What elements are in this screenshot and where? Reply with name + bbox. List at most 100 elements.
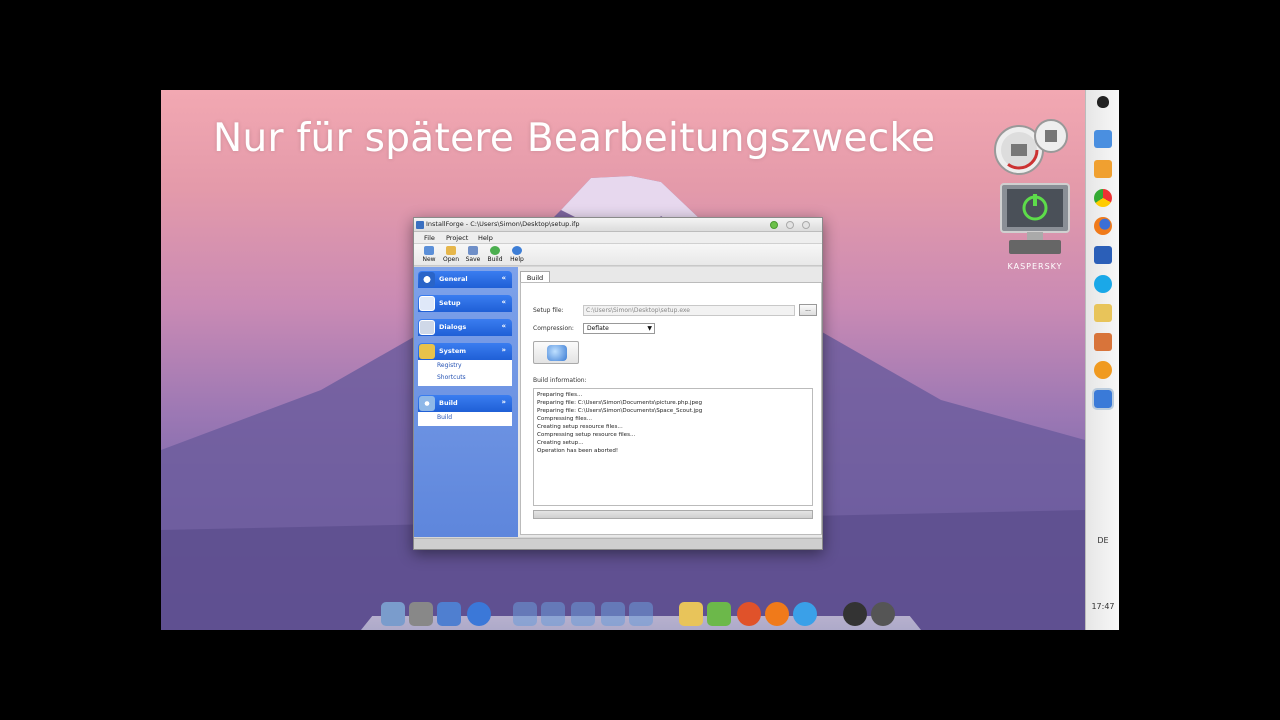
firefox-icon[interactable] — [765, 602, 789, 626]
sidebar-section-general[interactable]: General « — [418, 271, 512, 288]
system-icon — [419, 344, 435, 359]
sidebar-item-build[interactable]: Build — [418, 412, 512, 424]
dashboard-icon[interactable] — [843, 602, 867, 626]
build-information-label: Build information: — [533, 377, 587, 384]
collapse-chevron-icon: « — [501, 322, 506, 330]
title-bar[interactable]: InstallForge - C:\Users\Simon\Desktop\se… — [414, 218, 822, 232]
main-area: Build Setup file: ... Compression: Defla… — [518, 267, 822, 537]
build-cd-icon — [419, 396, 435, 411]
expand-chevron-icon: » — [501, 398, 506, 406]
cpu-meter-gadget-icon[interactable] — [993, 118, 1073, 176]
build-icon — [490, 246, 500, 255]
setup-window-icon — [419, 296, 435, 311]
compression-label: Compression: — [533, 325, 574, 332]
trash-icon[interactable] — [871, 602, 895, 626]
maximize-button[interactable] — [786, 221, 794, 229]
kaspersky-label: KASPERSKY — [1007, 262, 1063, 271]
log-line: Compressing files... — [537, 416, 592, 422]
build-progress-bar — [533, 510, 813, 519]
log-line: Creating setup... — [537, 440, 584, 446]
build-log[interactable]: Preparing files... Preparing file: C:\Us… — [533, 388, 813, 506]
chrome-icon[interactable] — [1094, 189, 1112, 207]
desktop: Nur für spätere Bearbeitungszwecke KASPE… — [161, 90, 1119, 630]
browse-button[interactable]: ... — [799, 304, 817, 316]
sidebar-section-system[interactable]: System » — [418, 343, 512, 360]
folder-icon[interactable] — [1094, 304, 1112, 322]
music-folder-icon[interactable] — [629, 602, 653, 626]
mail-icon[interactable] — [679, 602, 703, 626]
system-preferences-icon[interactable] — [409, 602, 433, 626]
minimize-button[interactable] — [770, 221, 778, 229]
log-line: Operation has been aborted! — [537, 448, 619, 454]
itunes-icon[interactable] — [793, 602, 817, 626]
media-player-icon[interactable] — [1094, 160, 1112, 178]
kaspersky-gadget[interactable]: KASPERSKY — [997, 182, 1073, 274]
compression-select[interactable]: Deflate ▼ — [583, 323, 655, 334]
new-file-icon — [424, 246, 434, 255]
game-icon[interactable] — [1094, 333, 1112, 351]
setup-file-input[interactable] — [583, 305, 795, 316]
open-folder-icon — [446, 246, 456, 255]
menu-project[interactable]: Project — [446, 234, 468, 242]
setup-file-label: Setup file: — [533, 307, 564, 314]
sidebar-item-registry[interactable]: Registry — [418, 360, 512, 372]
build-app-icon[interactable] — [1092, 388, 1114, 410]
sidebar-item-shortcuts[interactable]: Shortcuts — [418, 372, 512, 384]
clock[interactable]: 17:47 — [1086, 602, 1119, 611]
skype-icon[interactable] — [1094, 275, 1112, 293]
kaspersky-monitor-icon — [1000, 183, 1070, 254]
close-button[interactable] — [802, 221, 810, 229]
build-button[interactable]: Build — [484, 245, 506, 265]
open-button[interactable]: Open — [440, 245, 462, 265]
filezilla-icon[interactable] — [737, 602, 761, 626]
save-button[interactable]: Save — [462, 245, 484, 265]
dialogs-icon — [419, 320, 435, 335]
collapse-chevron-icon: « — [501, 298, 506, 306]
folder-icon[interactable] — [601, 602, 625, 626]
firefox-icon[interactable] — [1094, 217, 1112, 235]
info-icon — [419, 272, 435, 287]
system-subitems: Registry Shortcuts — [418, 360, 512, 386]
log-line: Preparing file: C:\Users\Simon\Documents… — [537, 400, 703, 406]
help-button[interactable]: Help — [506, 245, 528, 265]
expand-chevron-icon: » — [501, 346, 506, 354]
log-line: Preparing file: C:\Users\Simon\Documents… — [537, 408, 703, 414]
log-line: Compressing setup resource files... — [537, 432, 636, 438]
sidebar-section-build[interactable]: Build » — [418, 395, 512, 412]
photo-icon[interactable] — [707, 602, 731, 626]
toolbar: New Open Save Build Help — [414, 244, 822, 266]
headphones-icon[interactable] — [1094, 361, 1112, 379]
build-cd-icon — [547, 345, 567, 361]
log-line: Preparing files... — [537, 392, 583, 398]
help-icon — [512, 246, 522, 255]
status-bar — [414, 538, 822, 549]
finder-icon[interactable] — [381, 602, 405, 626]
finder-icon[interactable] — [1094, 130, 1112, 148]
right-dock: DE 17:47 — [1085, 90, 1119, 630]
language-indicator[interactable]: DE — [1086, 536, 1119, 545]
save-icon — [468, 246, 478, 255]
monitor-icon[interactable] — [437, 602, 461, 626]
menu-file[interactable]: File — [424, 234, 435, 242]
build-subitems: Build — [418, 412, 512, 426]
menu-bar: File Project Help — [414, 232, 822, 244]
sidebar-section-dialogs[interactable]: Dialogs « — [418, 319, 512, 336]
build-setup-button[interactable] — [533, 341, 579, 364]
compression-value: Deflate — [587, 325, 609, 332]
log-line: Creating setup resource files... — [537, 424, 623, 430]
bottom-dock — [361, 602, 921, 630]
apple-icon[interactable] — [1097, 96, 1109, 108]
overlay-caption: Nur für spätere Bearbeitungszwecke — [213, 116, 936, 161]
installforge-window: InstallForge - C:\Users\Simon\Desktop\se… — [413, 217, 823, 550]
new-button[interactable]: New — [418, 245, 440, 265]
remote-desktop-icon[interactable] — [1094, 246, 1112, 264]
sidebar-section-setup[interactable]: Setup « — [418, 295, 512, 312]
menu-help[interactable]: Help — [478, 234, 493, 242]
folder-icon[interactable] — [513, 602, 537, 626]
folder-icon[interactable] — [571, 602, 595, 626]
window-title: InstallForge - C:\Users\Simon\Desktop\se… — [426, 220, 580, 228]
installforge-app-icon — [416, 221, 424, 229]
folder-icon[interactable] — [541, 602, 565, 626]
network-icon[interactable] — [467, 602, 491, 626]
sidebar: General « Setup « Dialogs « System » Reg… — [414, 267, 518, 537]
